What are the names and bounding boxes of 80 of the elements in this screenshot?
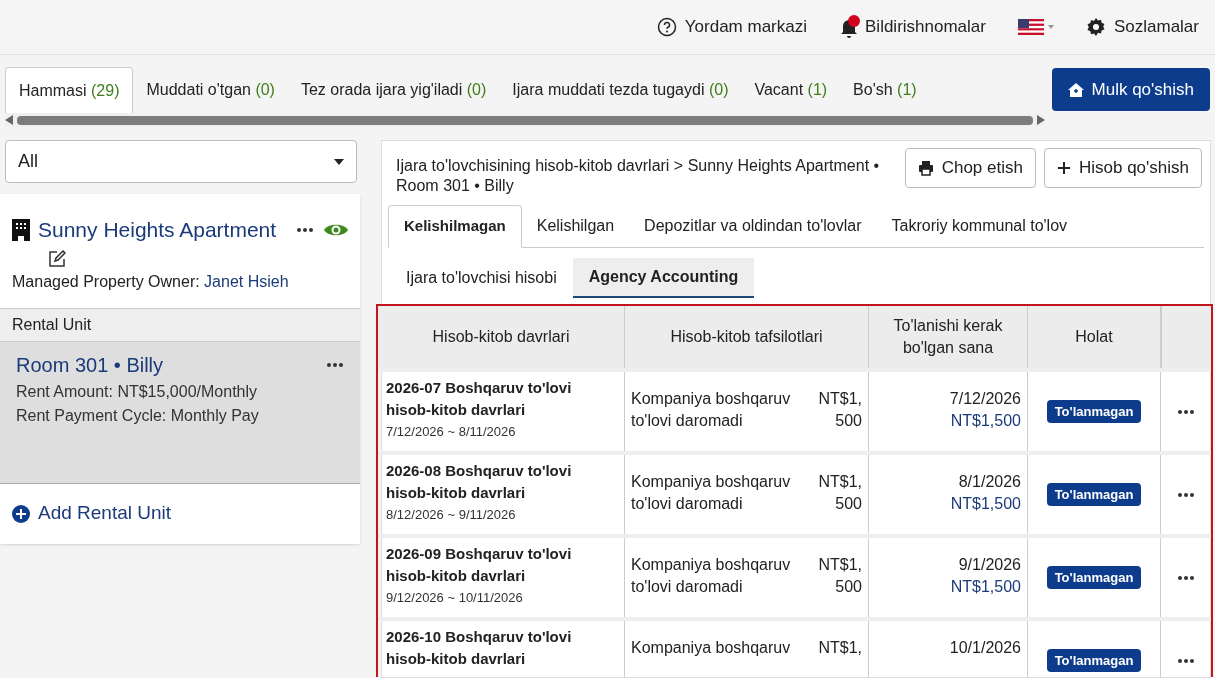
scroll-right-icon[interactable]: [1037, 115, 1045, 125]
more-icon[interactable]: [1177, 657, 1195, 664]
due-date: 7/12/2026: [949, 389, 1021, 409]
section-header: Rental Unit: [0, 307, 360, 342]
rental-unit-item[interactable]: Room 301 • Billy Rent Amount: NT$15,000/Monthly Rent Payment Cycle: Monthly Pay: [0, 341, 360, 484]
column-header: To'lanishi kerak bo'lgan sana: [869, 306, 1028, 368]
period-range: 8/12/2026 ~ 9/11/2026: [386, 506, 517, 524]
period-range: 9/12/2026 ~ 10/11/2026: [386, 589, 524, 607]
amount-text: NT$1, 500: [817, 555, 862, 597]
caret-icon: [1047, 25, 1054, 29]
plus-circle-icon: [12, 504, 30, 523]
due-amount: NT$1,500: [950, 411, 1021, 431]
add-property-button[interactable]: Mulk qo'shish: [1051, 68, 1210, 111]
filter-tab[interactable]: Bo'sh (1): [840, 67, 930, 113]
more-icon[interactable]: [296, 226, 315, 233]
amount-text: NT$1, 500: [817, 389, 862, 431]
filter-dropdown[interactable]: All: [5, 140, 357, 183]
plus-icon: [1056, 161, 1071, 175]
edit-icon[interactable]: [48, 249, 66, 268]
caret-icon: [334, 158, 344, 165]
add-unit-button[interactable]: Add Rental Unit: [0, 483, 184, 544]
owner-text: Managed Property Owner: Janet Hsieh: [12, 271, 290, 292]
due-amount: NT$1,500: [950, 494, 1021, 514]
detail-text: Kompaniya boshqaruv to'lovi daromadi: [631, 555, 791, 597]
filter-tab[interactable]: Hammasi (29): [5, 67, 134, 113]
scroll-left-icon[interactable]: [5, 115, 13, 125]
status-badge: To'lanmagan: [1046, 565, 1142, 590]
period-range: 7/12/2026 ~ 8/11/2026: [386, 423, 517, 441]
rent-amount: Rent Amount: NT$15,000/Monthly: [16, 381, 259, 402]
detail-text: Kompaniya boshqaruv to'lovi daromadi: [631, 389, 791, 431]
sub-tab[interactable]: Agency Accounting: [572, 258, 755, 298]
due-date: 9/1/2026: [958, 555, 1021, 575]
status-badge: To'lanmagan: [1046, 482, 1142, 507]
payment-cycle: Rent Payment Cycle: Monthly Pay: [16, 405, 260, 426]
detail-text: Kompaniya boshqaruv to'lovi daromadi: [631, 472, 791, 514]
status-badge: To'lanmagan: [1046, 399, 1142, 424]
due-date: 8/1/2026: [958, 472, 1021, 492]
period-title: 2026-10 Boshqaruv to'lovi hisob-kitob davrlari: [386, 627, 573, 669]
filter-tab[interactable]: Tez orada ijara yig'iladi (0): [287, 67, 500, 113]
filter-tab[interactable]: Vacant (1): [741, 67, 841, 113]
amount-text: NT$1,: [817, 638, 862, 658]
print-icon: [917, 160, 934, 176]
ledger-tab[interactable]: Kelishilgan: [521, 204, 630, 247]
bell-icon: [839, 15, 861, 39]
help-icon: [656, 17, 677, 37]
due-date: 10/1/2026: [949, 638, 1021, 658]
house-icon: [1067, 82, 1084, 97]
settings-icon: [1085, 17, 1106, 37]
ledger-tab[interactable]: Depozitlar va oldindan to'lovlar: [629, 204, 877, 247]
more-icon[interactable]: [1177, 408, 1195, 415]
print-button[interactable]: Chop etish: [904, 148, 1036, 188]
unit-title: Room 301 • Billy: [16, 352, 164, 378]
horizontal-scrollbar[interactable]: [5, 113, 1045, 127]
help-link[interactable]: Yordam markazi: [656, 14, 807, 40]
amount-text: NT$1, 500: [817, 472, 862, 514]
column-header: Holat: [1028, 306, 1161, 368]
building-icon: [12, 218, 30, 241]
detail-text: Kompaniya boshqaruv: [631, 638, 791, 658]
language-selector[interactable]: [1017, 19, 1054, 35]
more-icon[interactable]: [1177, 491, 1195, 498]
column-header: Hisob-kitob tafsilotlari: [625, 306, 869, 368]
filter-tab[interactable]: Muddati o'tgan (0): [133, 67, 288, 113]
due-amount: NT$1,500: [950, 577, 1021, 597]
status-badge: To'lanmagan: [1046, 648, 1142, 673]
column-header: Hisob-kitob davrlari: [378, 306, 625, 368]
settings-link[interactable]: Sozlamalar: [1085, 14, 1199, 40]
breadcrumb: Ijara to'lovchisining hisob-kitob davrlari > Sunny Heights Apartment • Room 301 • Billy: [396, 156, 881, 196]
more-icon[interactable]: [1177, 574, 1195, 581]
period-title: 2026-08 Boshqaruv to'lovi hisob-kitob davrlari: [386, 461, 573, 503]
more-icon[interactable]: [326, 361, 344, 368]
period-title: 2026-09 Boshqaruv to'lovi hisob-kitob davrlari: [386, 544, 573, 586]
flag-icon: [1017, 19, 1044, 35]
add-account-button[interactable]: Hisob qo'shish: [1043, 148, 1202, 188]
filter-tab[interactable]: Ijara muddati tezda tugaydi (0): [499, 67, 742, 113]
notifications-link[interactable]: Bildirishnomalar: [839, 14, 986, 40]
sub-tab[interactable]: Ijara to'lovchisi hisobi: [394, 258, 569, 298]
property-name[interactable]: Sunny Heights Apartment: [38, 214, 277, 246]
ledger-tab[interactable]: Takroriy kommunal to'lov: [876, 204, 1083, 247]
period-title: 2026-07 Boshqaruv to'lovi hisob-kitob davrlari: [386, 378, 573, 420]
ledger-tab[interactable]: Kelishilmagan: [388, 205, 522, 248]
